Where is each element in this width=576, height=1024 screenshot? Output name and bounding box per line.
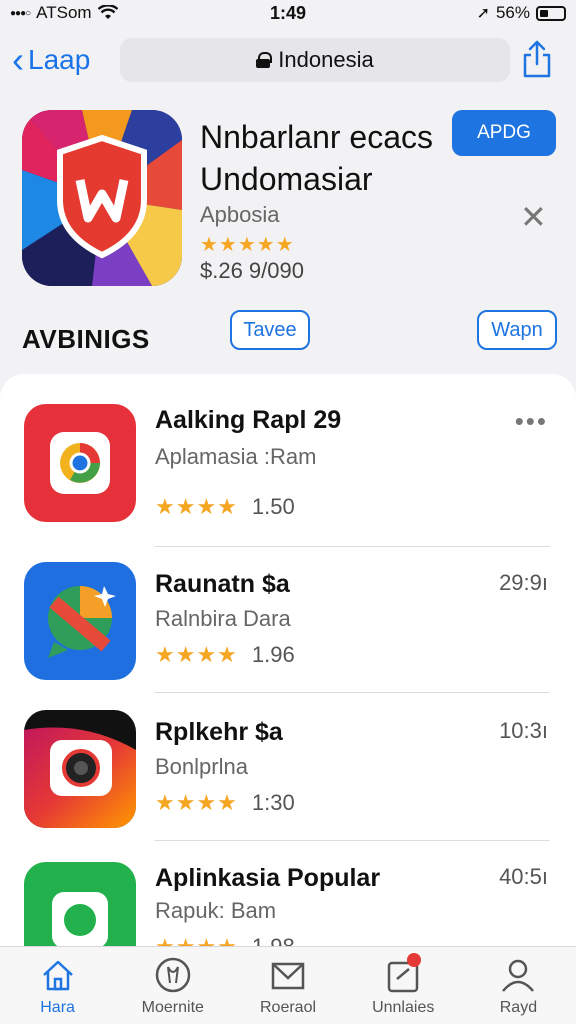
tab-profile[interactable]: Rayd [461, 947, 576, 1024]
chat-app-icon [24, 562, 136, 680]
section-title: AVBINIGS [22, 324, 150, 354]
rating-stars: ★★★★ [155, 494, 238, 519]
compass-icon [155, 957, 191, 993]
list-item-name: Raunatn $a [155, 570, 290, 598]
list-item-meta: 40:5ı [499, 864, 548, 889]
list-item-rating: ★★★★ 1.96 [155, 642, 295, 668]
address-bar[interactable]: Indonesia [120, 38, 510, 82]
app-title-line2: Undomasiar [200, 161, 373, 197]
list-item[interactable]: Aplinkasia Popular Rapuk: Bam ★★★★ 1.98 … [0, 862, 576, 946]
share-icon[interactable] [522, 40, 552, 78]
get-button[interactable]: APDG [452, 110, 556, 156]
green-app-icon [24, 862, 136, 946]
camera-app-icon [24, 710, 136, 828]
list-item-subtitle: Aplamasia :Ram [155, 444, 317, 469]
app-rating-stars: ★★★★★ [200, 234, 295, 256]
app-list: Aalking Rapl 29 Aplamasia :Ram ★★★★ 1.50… [0, 374, 576, 946]
list-item-rating: ★★★★ 1.50 [155, 494, 295, 520]
list-item-subtitle: Rapuk: Bam [155, 898, 277, 923]
list-item[interactable]: Rplkehr $a Bonlprlna ★★★★ 1:30 10:3ı [0, 710, 576, 856]
rating-value: 1.98 [252, 934, 295, 946]
lock-icon [256, 52, 273, 68]
app-title: Nnbarlanr ecacs Undomasiar [200, 116, 440, 200]
close-icon[interactable]: ✕ [520, 198, 547, 236]
tab-discover[interactable]: Moernite [115, 947, 230, 1024]
app-title-line1: Nnbarlanr ecacs [200, 119, 433, 155]
rating-stars: ★★★★ [155, 642, 238, 667]
rating-stars: ★★★★ [155, 790, 238, 815]
status-bar: ●●●○ ATSom 1:49 ➚ 56% [0, 0, 576, 26]
filter-pill-left[interactable]: Tavee [230, 310, 310, 350]
list-item-rating: ★★★★ 1.98 [155, 934, 295, 946]
tab-label: Roeraol [259, 999, 317, 1016]
battery-icon [536, 5, 566, 21]
mail-icon [271, 962, 305, 990]
list-item-meta: 10:3ı [499, 718, 548, 743]
divider [155, 840, 550, 841]
divider [155, 692, 550, 693]
list-item-subtitle: Ralnbira Dara [155, 606, 291, 631]
list-item[interactable]: Raunatn $a Ralnbira Dara ★★★★ 1.96 29:9ı [0, 562, 576, 708]
rating-value: 1.96 [251, 642, 295, 667]
list-item-subtitle: Bonlprlna [155, 754, 248, 779]
app-header: Nnbarlanr ecacs Undomasiar APDG Apbosia … [0, 96, 576, 366]
tab-label: Rayd [499, 999, 538, 1016]
tab-bar: Hara Moernite Roeraol Unnlaies Rayd [0, 946, 576, 1024]
list-item[interactable]: Aalking Rapl 29 Aplamasia :Ram ★★★★ 1.50… [0, 404, 576, 550]
tab-updates[interactable]: Unnlaies [346, 947, 461, 1024]
status-time: 1:49 [269, 2, 307, 23]
chrome-app-icon [24, 404, 136, 522]
divider [155, 546, 550, 547]
app-icon[interactable] [22, 110, 182, 286]
app-price: $.26 9/090 [200, 258, 304, 283]
shield-logo-icon [22, 110, 182, 286]
tab-label: Moernite [141, 999, 204, 1016]
tab-label: Hara [40, 999, 75, 1016]
list-item-name: Aalking Rapl 29 [155, 406, 342, 434]
tab-label: Unnlaies [372, 999, 435, 1016]
back-label: Laap [28, 44, 91, 75]
list-item-name: Rplkehr $a [155, 718, 283, 746]
filter-pill-right[interactable]: Wapn [477, 310, 557, 350]
tab-mail[interactable]: Roeraol [230, 947, 345, 1024]
back-button[interactable]: ‹ Laap [12, 42, 90, 78]
rating-stars: ★★★★ [155, 934, 238, 946]
app-category: Apbosia [200, 202, 280, 227]
chevron-left-icon: ‹ [12, 39, 24, 80]
list-item-name: Aplinkasia Popular [155, 864, 381, 892]
updates-icon [383, 953, 423, 995]
list-item-rating: ★★★★ 1:30 [155, 790, 295, 816]
more-options-icon[interactable]: ••• [515, 406, 548, 437]
person-icon [502, 959, 535, 992]
rating-value: 1.50 [251, 494, 295, 519]
tab-home[interactable]: Hara [0, 947, 115, 1024]
home-icon [42, 960, 73, 991]
list-item-meta: 29:9ı [499, 570, 548, 595]
address-text: Indonesia [278, 47, 374, 72]
rating-value: 1:30 [251, 790, 295, 815]
nav-bar: ‹ Laap Indonesia [0, 30, 576, 90]
